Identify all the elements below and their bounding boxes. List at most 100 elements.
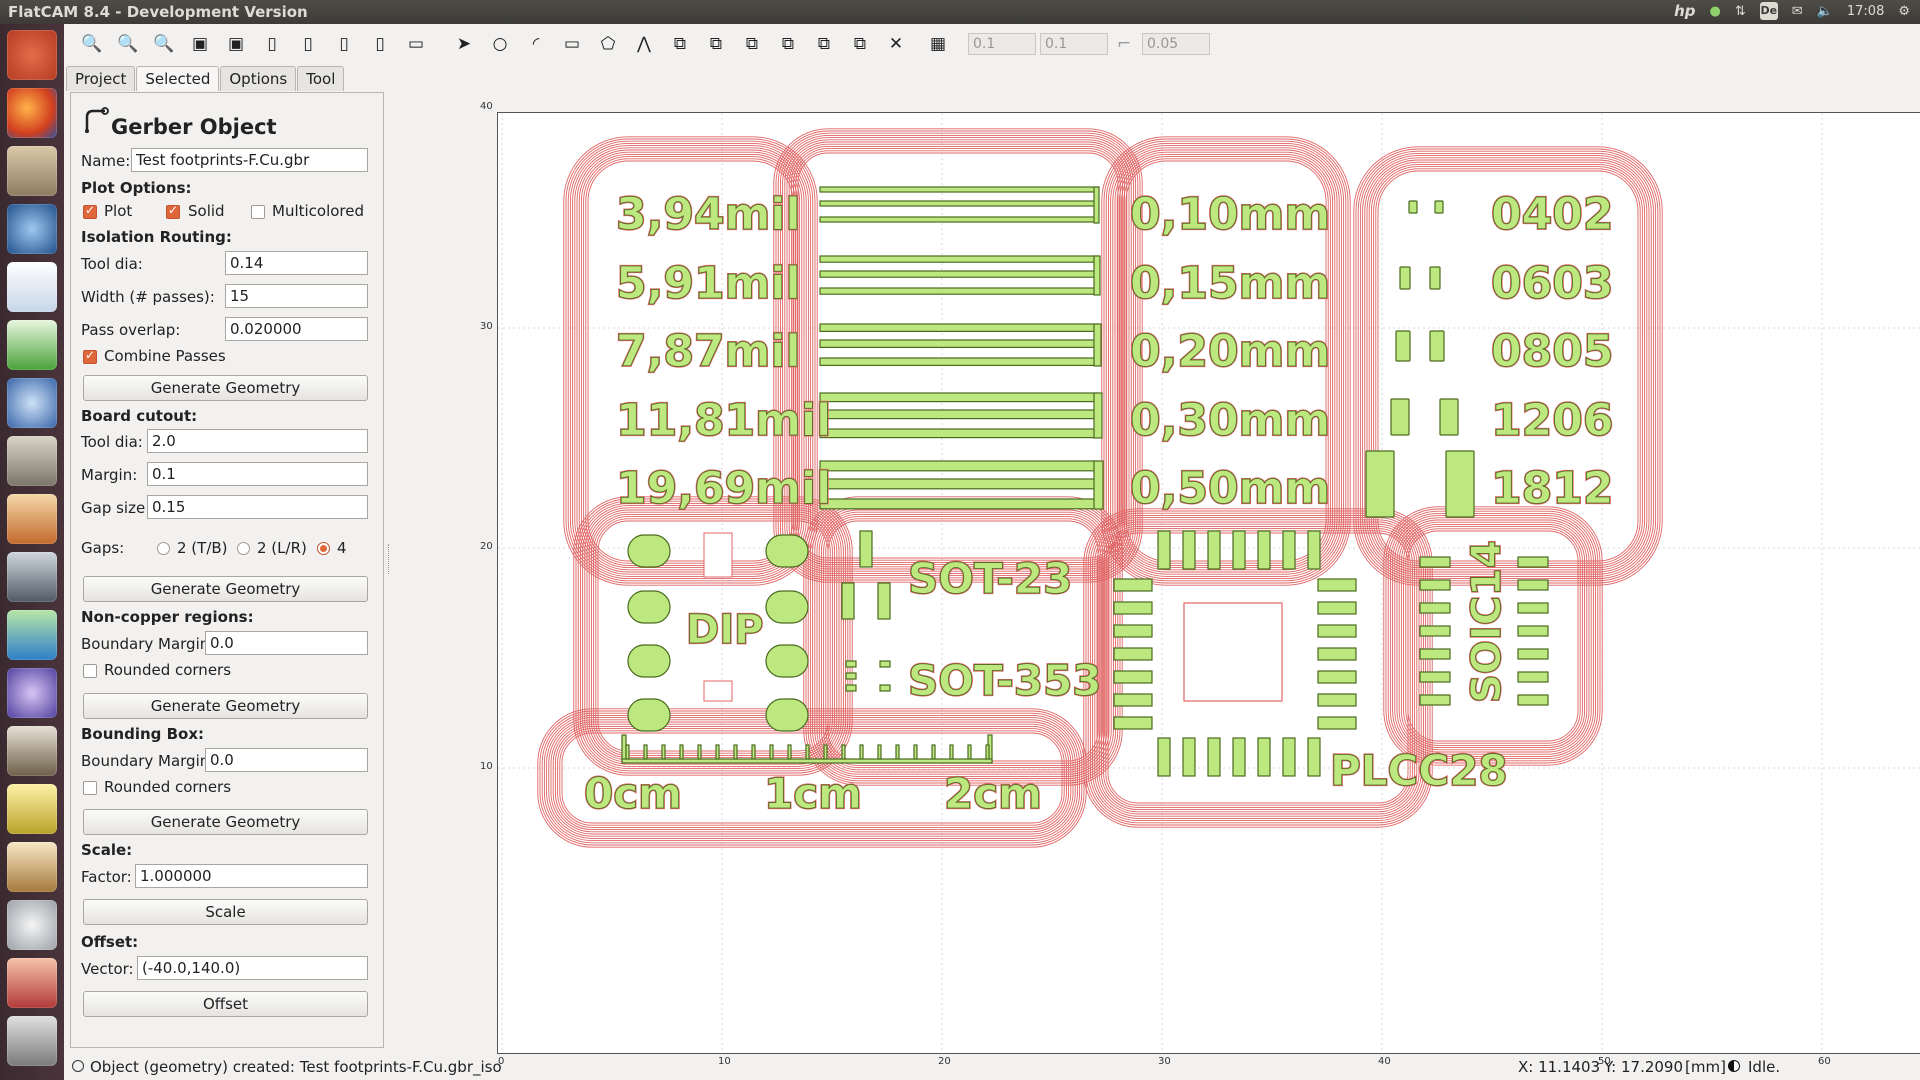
app-icon-1[interactable] xyxy=(7,494,57,544)
new-geometry-icon[interactable]: ▯ xyxy=(260,32,284,56)
copper-pad xyxy=(1390,398,1410,436)
copper-pad xyxy=(859,744,864,760)
cutout-generate-geometry-button[interactable]: Generate Geometry xyxy=(83,576,368,602)
vector-field[interactable] xyxy=(137,956,368,980)
app-icon-8[interactable] xyxy=(7,958,57,1008)
trash-icon[interactable] xyxy=(7,1016,57,1066)
zoom-out-icon[interactable]: 🔍 xyxy=(116,32,140,56)
bbox-boundary-field[interactable] xyxy=(205,748,368,772)
zoom-fit-icon[interactable]: 🔍 xyxy=(80,32,104,56)
solid-checkbox[interactable] xyxy=(166,203,180,219)
combine-passes-checkbox[interactable] xyxy=(83,348,97,364)
thunderbird-icon[interactable] xyxy=(7,378,57,428)
select-icon[interactable]: ➤ xyxy=(452,32,476,56)
network-icon[interactable]: ⇅ xyxy=(1735,4,1746,19)
move-icon[interactable]: ⧉ xyxy=(668,32,692,56)
factor-field[interactable] xyxy=(135,864,368,888)
update-icon[interactable]: ● xyxy=(1710,4,1721,19)
copper-pad xyxy=(841,582,855,620)
app-icon-6[interactable] xyxy=(7,784,57,834)
noncopper-generate-geometry-button[interactable]: Generate Geometry xyxy=(83,693,368,719)
volume-icon[interactable]: 🔈 xyxy=(1817,4,1833,19)
delete-shape-icon[interactable]: ✕ xyxy=(884,32,908,56)
margin-field[interactable] xyxy=(147,462,368,486)
firefox-icon[interactable] xyxy=(7,88,57,138)
path-icon[interactable]: ⋀ xyxy=(632,32,656,56)
gaps-tb-radio[interactable] xyxy=(157,542,170,555)
footprint-label-outline: SOT-353 xyxy=(908,656,1102,705)
copper-pad xyxy=(1317,670,1357,684)
update-geometry-icon[interactable]: ▯ xyxy=(332,32,356,56)
copper-pad xyxy=(819,287,1099,295)
status-message: Object (geometry) created: Test footprin… xyxy=(90,1058,502,1076)
dash-icon[interactable] xyxy=(7,30,57,80)
iso-tool-dia-field[interactable] xyxy=(225,251,368,275)
grid-y-input[interactable] xyxy=(1040,33,1108,55)
subtract-icon[interactable]: ⧉ xyxy=(812,32,836,56)
clear-plot-icon[interactable]: ▣ xyxy=(188,32,212,56)
rectangle-icon[interactable]: ▭ xyxy=(560,32,584,56)
bbox-rounded-checkbox[interactable] xyxy=(83,781,97,795)
tab-selected[interactable]: Selected xyxy=(136,66,220,91)
name-field[interactable] xyxy=(131,148,368,172)
tab-project[interactable]: Project xyxy=(66,66,136,91)
passes-field[interactable] xyxy=(225,284,368,308)
arc-icon[interactable]: ◜ xyxy=(524,32,548,56)
app-icon-4[interactable] xyxy=(7,668,57,718)
tab-options[interactable]: Options xyxy=(220,66,297,91)
union-icon[interactable]: ⧉ xyxy=(740,32,764,56)
edit-geometry-icon[interactable]: ▯ xyxy=(296,32,320,56)
corner-snap-icon[interactable]: ⌐ xyxy=(1112,32,1136,56)
scale-button[interactable]: Scale xyxy=(83,899,368,925)
speaker-icon[interactable] xyxy=(7,436,57,486)
flatcam-window: 🔍 🔍 🔍 ▣ ▣ ▯ ▯ ▯ ▯ ▭ ➤ ○ ◜ ▭ ⬠ ⋀ ⧉ ⧉ ⧉ ⧉ … xyxy=(64,24,1920,1080)
copper-pad xyxy=(841,744,846,760)
offset-button[interactable]: Offset xyxy=(83,991,368,1017)
mail-icon[interactable]: ✉ xyxy=(1792,4,1803,19)
multicolored-checkbox[interactable] xyxy=(251,205,265,219)
splitter-handle[interactable] xyxy=(388,544,393,574)
app-icon-5[interactable] xyxy=(7,726,57,776)
intersect-icon[interactable]: ⧉ xyxy=(776,32,800,56)
zoom-in-icon[interactable]: 🔍 xyxy=(152,32,176,56)
app-icon-3[interactable] xyxy=(7,610,57,660)
copper-pad xyxy=(1517,556,1549,568)
copper-pad xyxy=(819,409,1099,420)
grid-snap-icon[interactable]: ▦ xyxy=(926,32,950,56)
cut-tool-dia-field[interactable] xyxy=(147,429,368,453)
noncopper-boundary-field[interactable] xyxy=(205,631,368,655)
circle-icon[interactable]: ○ xyxy=(488,32,512,56)
app-icon-2[interactable] xyxy=(7,552,57,602)
tab-tool[interactable]: Tool xyxy=(297,66,345,91)
keyboard-layout[interactable]: De xyxy=(1759,2,1778,20)
footprint-label-outline: 1cm xyxy=(764,769,862,818)
delete-object-icon[interactable]: ▯ xyxy=(368,32,392,56)
overlap-field[interactable] xyxy=(225,317,368,341)
gear-icon[interactable]: ⚙ xyxy=(1898,4,1910,19)
calc-icon[interactable] xyxy=(7,320,57,370)
snap-distance-input[interactable] xyxy=(1142,33,1210,55)
browser-icon[interactable] xyxy=(7,204,57,254)
plot-checkbox[interactable] xyxy=(83,203,97,219)
grid-x-input[interactable] xyxy=(968,33,1036,55)
files-icon[interactable] xyxy=(7,146,57,196)
shell-icon[interactable]: ▭ xyxy=(404,32,428,56)
copper-pad xyxy=(1182,737,1196,777)
noncopper-rounded-checkbox[interactable] xyxy=(83,664,97,678)
gaps-lr-radio[interactable] xyxy=(237,542,250,555)
disc-icon[interactable] xyxy=(7,900,57,950)
plot-canvas[interactable]: 3,94mil 3,94mil 5,91mil 5,91mil 7,87mil 7,87m… xyxy=(497,112,1920,1054)
gap-size-field[interactable] xyxy=(147,495,368,519)
clock[interactable]: 17:08 xyxy=(1847,4,1884,19)
writer-icon[interactable] xyxy=(7,262,57,312)
copy-icon[interactable]: ⧉ xyxy=(704,32,728,56)
replot-icon[interactable]: ▣ xyxy=(224,32,248,56)
gaps-4-radio[interactable] xyxy=(317,542,330,555)
app-icon-7[interactable] xyxy=(7,842,57,892)
hp-icon[interactable]: hp xyxy=(1674,2,1695,20)
plcc-void xyxy=(1183,602,1283,702)
polygon-icon[interactable]: ⬠ xyxy=(596,32,620,56)
bbox-generate-geometry-button[interactable]: Generate Geometry xyxy=(83,809,368,835)
cut-path-icon[interactable]: ⧉ xyxy=(848,32,872,56)
iso-generate-geometry-button[interactable]: Generate Geometry xyxy=(83,375,368,401)
